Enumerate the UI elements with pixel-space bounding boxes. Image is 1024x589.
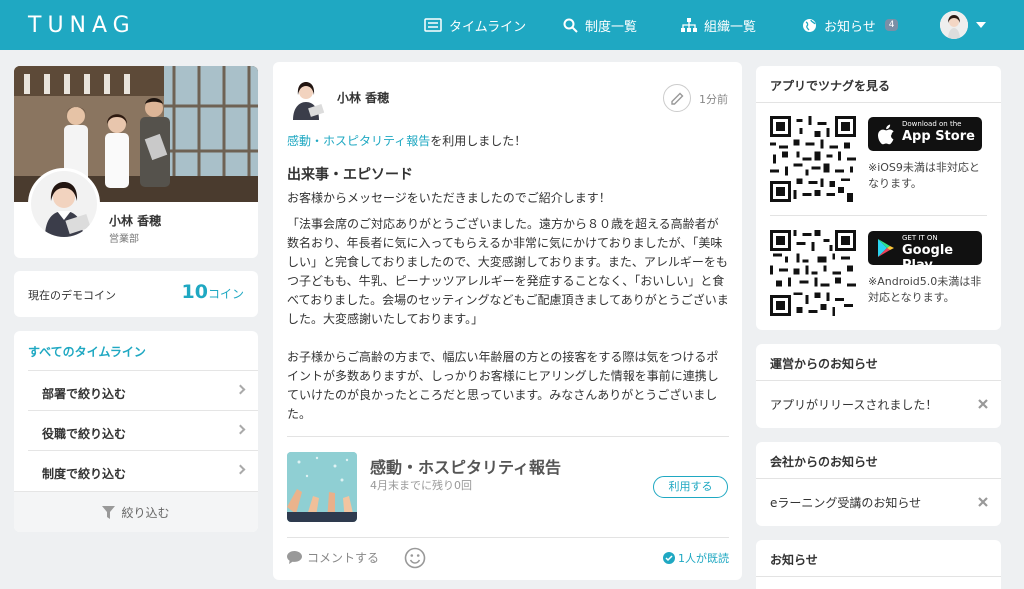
divider [287, 537, 729, 538]
nav-notifications-label: お知らせ [824, 19, 876, 35]
coin-card: 現在のデモコイン 10コイン [14, 271, 258, 317]
use-program-button[interactable]: 利用する [653, 476, 728, 498]
post-paragraph-quote: 「法事会席のご対応ありがとうございました。遠方から８０歳を超える高齢者が数名おり… [287, 217, 729, 326]
program-card-title[interactable]: 感動・ホスピタリティ報告 [370, 454, 561, 478]
org-chart-icon [681, 17, 697, 32]
chevron-right-icon [235, 464, 246, 475]
close-icon[interactable] [978, 497, 988, 507]
chevron-right-icon [235, 384, 246, 395]
general-notices-card: お知らせ [756, 540, 1001, 589]
timeline-filter-card: すべてのタイムライン 部署で絞り込む 役職で絞り込む 制度で絞り込む 絞り込む [14, 331, 258, 532]
program-link[interactable]: 感動・ホスピタリティ報告 [287, 134, 430, 148]
coin-value: 10 [181, 281, 208, 303]
filter-by-program-label: 制度で絞り込む [42, 467, 127, 481]
program-usage-line: 感動・ホスピタリティ報告を利用しました！ [287, 132, 526, 149]
company-notices-title: 会社からのお知らせ [770, 455, 878, 469]
read-status[interactable]: 1人が既読 [663, 550, 729, 566]
smiley-icon [404, 547, 426, 569]
divider [756, 576, 1001, 577]
nav-timeline-label: タイムライン [449, 19, 527, 35]
close-icon[interactable] [978, 399, 988, 409]
app-card-title: アプリでツナグを見る [770, 79, 891, 93]
chevron-right-icon [235, 424, 246, 435]
post-timestamp: 1分前 [699, 93, 728, 106]
google-play-small-text: GET IT ON [902, 234, 938, 242]
profile-department: 営業部 [109, 234, 139, 245]
coin-label: 現在のデモコイン [28, 289, 116, 302]
comment-button[interactable]: コメントする [287, 549, 379, 566]
comment-button-label: コメントする [307, 551, 380, 565]
ios-qr-code [770, 116, 856, 202]
divider [770, 215, 987, 216]
all-timeline-link[interactable]: すべてのタイムライン [28, 343, 146, 360]
user-avatar[interactable] [940, 11, 968, 39]
company-notices-card: 会社からのお知らせ eラーニング受講のお知らせ [756, 442, 1001, 526]
app-store-small-text: Download on the [902, 120, 962, 128]
general-notices-title: お知らせ [770, 553, 818, 567]
filter-funnel-icon [102, 505, 116, 519]
chevron-down-icon[interactable] [976, 22, 986, 28]
edit-button[interactable] [663, 84, 691, 112]
admin-notice-item[interactable]: アプリがリリースされました！ [770, 396, 937, 413]
post-author-avatar[interactable] [287, 76, 325, 120]
nav-organization-label: 組織一覧 [704, 19, 757, 35]
apple-icon [878, 124, 894, 145]
ios-note: ※iOS9未満は非対応となります。 [868, 161, 980, 190]
profile-card: 小林 香穂 営業部 [14, 66, 258, 258]
divider [756, 102, 1001, 103]
search-icon [563, 18, 578, 33]
divider [756, 478, 1001, 479]
post-heading: 出来事・エピソード [287, 167, 413, 183]
company-notice-item[interactable]: eラーニング受講のお知らせ [770, 494, 921, 511]
app-store-big-text: App Store [902, 129, 975, 144]
filter-by-department[interactable]: 部署で絞り込む [28, 370, 258, 410]
post-author-name[interactable]: 小林 香穂 [337, 89, 389, 106]
program-usage-suffix: を利用しました！ [430, 134, 527, 148]
app-download-card: アプリでツナグを見る Download on the App Store ※iO… [756, 66, 1001, 330]
reaction-button[interactable] [404, 547, 426, 573]
divider [756, 380, 1001, 381]
coin-unit: コイン [207, 287, 244, 301]
comment-bubble-icon [287, 551, 302, 564]
top-navbar: TUNAG タイムライン 制度一覧 組織一覧 お知らせ 4 [0, 0, 1024, 50]
read-count-label: 1人が既読 [678, 552, 729, 565]
nav-programs-label: 制度一覧 [585, 19, 638, 35]
program-thumbnail[interactable] [287, 452, 357, 522]
google-play-button[interactable]: GET IT ON Google Play [868, 231, 982, 273]
filter-by-position-label: 役職で絞り込む [42, 427, 127, 441]
timeline-post: 小林 香穂 1分前 感動・ホスピタリティ報告を利用しました！ 出来事・エピソード… [273, 62, 742, 580]
notification-count-badge: 4 [884, 19, 899, 31]
profile-name[interactable]: 小林 香穂 [109, 212, 161, 229]
post-paragraph-intro: お客様からメッセージをいただきましたのでご紹介します！ [287, 191, 611, 205]
filter-by-position[interactable]: 役職で絞り込む [28, 410, 258, 450]
nav-organization[interactable]: 組織一覧 [681, 0, 756, 50]
profile-avatar[interactable] [28, 168, 100, 240]
filter-by-program[interactable]: 制度で絞り込む [28, 450, 258, 490]
google-play-big-text: Google Play [902, 243, 954, 273]
nav-notifications[interactable]: お知らせ 4 [802, 0, 899, 50]
globe-icon [803, 18, 816, 32]
android-qr-code [770, 230, 856, 316]
google-play-icon [878, 239, 894, 257]
nav-timeline[interactable]: タイムライン [424, 0, 526, 50]
program-remaining-count: 4月末までに残り0回 [370, 479, 472, 492]
timeline-icon [424, 18, 442, 32]
post-paragraph-reflection: お子様からご高齢の方まで、幅広い年齢層の方との接客をする際は気をつけるポイントが… [287, 350, 719, 421]
filter-button-label: 絞り込む [121, 505, 170, 520]
tunag-logo[interactable]: TUNAG [28, 13, 136, 38]
nav-programs[interactable]: 制度一覧 [563, 0, 637, 50]
app-store-button[interactable]: Download on the App Store [868, 117, 982, 151]
check-circle-icon [663, 552, 675, 564]
filter-by-department-label: 部署で絞り込む [42, 387, 127, 401]
admin-notices-card: 運営からのお知らせ アプリがリリースされました！ [756, 344, 1001, 428]
android-note: ※Android5.0未満は非対応となります。 [868, 275, 982, 304]
coin-balance: 10コイン [182, 281, 244, 303]
edit-icon [670, 92, 683, 105]
filter-button[interactable]: 絞り込む [14, 491, 258, 532]
divider [287, 436, 729, 437]
admin-notices-title: 運営からのお知らせ [770, 357, 878, 371]
